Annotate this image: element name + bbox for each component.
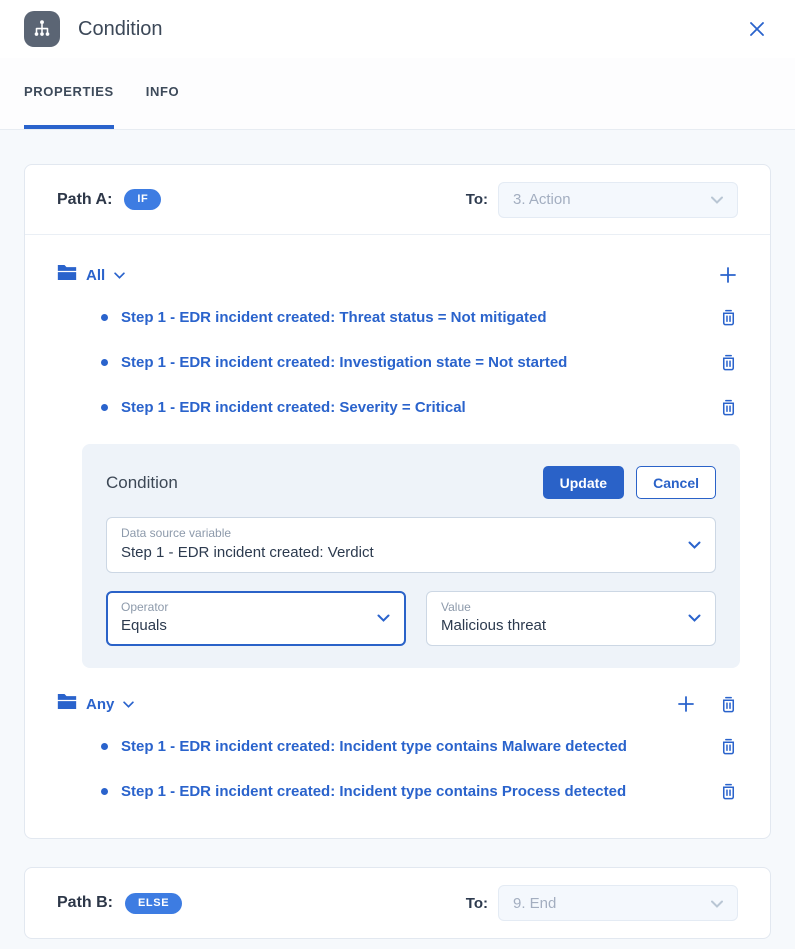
data-source-label: Data source variable (121, 525, 675, 542)
path-a-card: Path A: IF To: 3. Action (24, 164, 771, 839)
path-b-to-label: To: (466, 895, 488, 912)
condition-row: Step 1 - EDR incident created: Incident … (57, 724, 740, 769)
folder-icon (57, 264, 77, 286)
condition-row: Step 1 - EDR incident created: Investiga… (57, 340, 740, 385)
editor-title: Condition (106, 473, 543, 493)
add-condition-icon[interactable] (716, 263, 740, 287)
tab-properties[interactable]: PROPERTIES (24, 58, 114, 129)
path-a-to-label: To: (466, 191, 488, 208)
chevron-down-icon (711, 895, 723, 912)
chevron-down-icon (688, 541, 701, 549)
condition-text[interactable]: Step 1 - EDR incident created: Incident … (121, 783, 716, 800)
chevron-down-icon (114, 266, 125, 284)
path-b-target-value: 9. End (513, 895, 556, 912)
delete-condition-icon[interactable] (716, 351, 740, 375)
condition-branch-icon (24, 11, 60, 47)
bullet-icon (101, 314, 108, 321)
path-a-row: Path A: IF To: 3. Action (25, 165, 770, 235)
group-all-header: All (57, 255, 740, 295)
bullet-icon (101, 359, 108, 366)
delete-condition-icon[interactable] (716, 306, 740, 330)
condition-text[interactable]: Step 1 - EDR incident created: Incident … (121, 738, 716, 755)
group-any-header: Any (57, 684, 740, 724)
condition-editor: Condition Update Cancel Data source vari… (82, 444, 740, 668)
condition-editor-header: Condition Update Cancel (106, 466, 716, 499)
update-button[interactable]: Update (543, 466, 624, 499)
group-all-toggle[interactable]: All (57, 264, 125, 286)
operator-label: Operator (121, 599, 365, 616)
data-source-value: Step 1 - EDR incident created: Verdict (121, 542, 675, 564)
condition-row: Step 1 - EDR incident created: Incident … (57, 769, 740, 814)
bullet-icon (101, 788, 108, 795)
value-value: Malicious threat (441, 615, 675, 637)
group-any-name: Any (86, 696, 114, 713)
path-b-row: Path B: ELSE To: 9. End (25, 868, 770, 938)
data-source-select[interactable]: Data source variable Step 1 - EDR incide… (106, 517, 716, 573)
condition-row: Step 1 - EDR incident created: Threat st… (57, 295, 740, 340)
condition-text[interactable]: Step 1 - EDR incident created: Severity … (121, 399, 716, 416)
path-a-target-value: 3. Action (513, 191, 571, 208)
chevron-down-icon (688, 614, 701, 622)
group-any-toggle[interactable]: Any (57, 693, 134, 715)
value-select[interactable]: Value Malicious threat (426, 591, 716, 647)
tab-info[interactable]: INFO (146, 58, 179, 129)
path-a-target-select[interactable]: 3. Action (498, 182, 738, 218)
path-b-label: Path B: (57, 894, 113, 912)
chevron-down-icon (377, 614, 390, 622)
path-b-target-select[interactable]: 9. End (498, 885, 738, 921)
delete-condition-icon[interactable] (716, 396, 740, 420)
path-a-label: Path A: (57, 191, 112, 209)
panel-content: Path A: IF To: 3. Action (0, 130, 795, 949)
tab-bar: PROPERTIES INFO (0, 58, 795, 130)
else-badge: ELSE (125, 893, 182, 914)
delete-condition-icon[interactable] (716, 735, 740, 759)
condition-text[interactable]: Step 1 - EDR incident created: Investiga… (121, 354, 716, 371)
operator-select[interactable]: Operator Equals (106, 591, 406, 647)
value-label: Value (441, 599, 675, 616)
panel-header: Condition (0, 0, 795, 58)
delete-condition-icon[interactable] (716, 780, 740, 804)
operator-value: Equals (121, 615, 365, 637)
group-all-name: All (86, 267, 105, 284)
chevron-down-icon (711, 191, 723, 208)
cancel-button[interactable]: Cancel (636, 466, 716, 499)
chevron-down-icon (123, 695, 134, 713)
condition-row: Step 1 - EDR incident created: Severity … (57, 385, 740, 430)
delete-group-icon[interactable] (716, 692, 740, 716)
conditions-body: All Step 1 - EDR incident created: Threa… (25, 235, 770, 838)
bullet-icon (101, 404, 108, 411)
bullet-icon (101, 743, 108, 750)
close-icon[interactable] (743, 15, 771, 43)
folder-icon (57, 693, 77, 715)
add-condition-icon[interactable] (674, 692, 698, 716)
condition-text[interactable]: Step 1 - EDR incident created: Threat st… (121, 309, 716, 326)
path-b-card: Path B: ELSE To: 9. End (24, 867, 771, 939)
if-badge: IF (124, 189, 161, 210)
page-title: Condition (78, 18, 163, 41)
